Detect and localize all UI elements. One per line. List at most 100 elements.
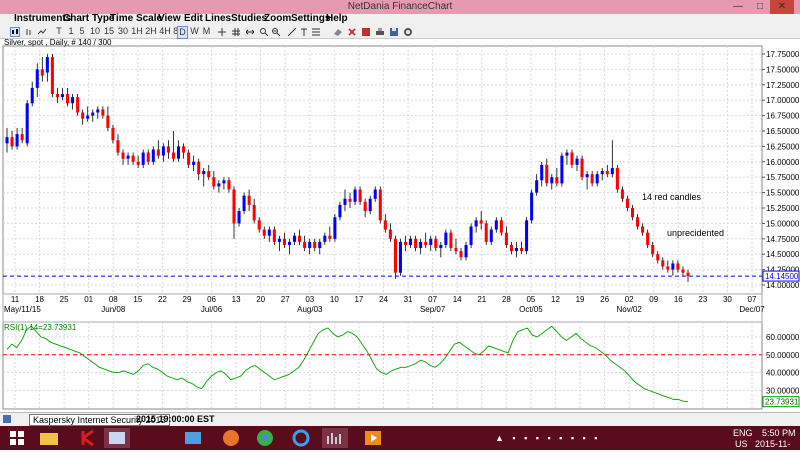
zoom-out-icon[interactable] [272,28,280,36]
windows-start-icon[interactable] [4,428,30,448]
bars-icon[interactable] [25,28,33,36]
grid-icon[interactable] [232,28,240,36]
date-tick-label: 02 [625,295,634,304]
candle-body [96,109,100,113]
chart-area[interactable]: 17.75000 17.50000 17.25000 17.00000 16.75000… [0,38,800,412]
interval-weekly[interactable]: W [190,26,199,37]
month-tick-label: Sep/07 [420,305,446,314]
menu-help[interactable]: Help [326,13,348,24]
arrows-icon[interactable] [246,28,254,36]
interval-15m[interactable]: 15 [103,26,115,37]
price-tick-label: 16.00000 [766,158,800,167]
price-tick-label: 14.50000 [766,250,800,259]
date-tick-label: 13 [232,295,241,304]
candle-body [398,241,402,273]
candle-body [434,238,438,249]
interval-10m[interactable]: 10 [89,26,101,37]
menu-studies[interactable]: Studies [231,13,267,24]
price-tick-label: 15.75000 [766,173,800,182]
menu-view[interactable]: View [158,13,181,24]
candle-body [121,152,125,159]
fibonacci-icon[interactable] [312,28,320,36]
trendline-icon[interactable] [288,28,296,36]
candle-body [373,189,377,199]
clock-time[interactable]: 5:50 PM [762,428,796,438]
candle-body [595,174,599,184]
candle-body [207,171,211,178]
minimize-button[interactable]: — [726,0,750,14]
candles-icon[interactable] [10,27,20,37]
status-bar: Kaspersky Internet Security 2013 2015 19… [0,412,800,427]
color-icon[interactable] [362,28,370,36]
netdania-icon[interactable] [104,428,130,448]
candle-body [636,217,640,227]
candle-body [393,238,397,273]
candle-body [15,134,19,147]
candle-body [338,204,342,218]
eraser-icon[interactable] [334,28,342,36]
interval-tick[interactable]: T [55,26,63,37]
date-tick-label: 11 [11,295,20,304]
interval-1h[interactable]: 1H [131,26,143,37]
month-tick-label: Nov/02 [616,305,642,314]
candle-body [590,174,594,184]
interval-1m[interactable]: 1 [67,26,75,37]
system-tray-icons[interactable]: ▲ ▪ ▪ ▪ ▪ ▪ ▪ ▪ ▪ [495,433,625,443]
candle-body [414,238,418,249]
candle-body [454,248,458,252]
network-app-icon[interactable] [180,428,206,448]
candle-body [565,152,569,156]
candle-body [469,226,473,245]
menu-settings[interactable]: Settings [291,13,330,24]
candle-body [30,87,34,104]
menu-edit[interactable]: Edit [184,13,203,24]
candle-body [126,155,130,159]
date-tick-label: 17 [354,295,363,304]
language-indicator[interactable]: ENG [733,428,753,438]
candle-body [479,220,483,224]
candle-body [101,109,105,116]
delete-icon[interactable] [348,28,356,36]
interval-4h[interactable]: 4H [159,26,171,37]
candle-body [560,155,564,184]
candle-body [171,152,175,159]
candle-body [277,238,281,242]
candle-body [358,189,362,202]
file-explorer-icon[interactable] [36,428,62,448]
candle-body [333,217,337,239]
candle-body [40,69,44,76]
candle-body [328,235,332,239]
candle-body [464,244,468,258]
text-icon[interactable] [300,28,308,36]
candle-body [141,152,145,165]
menu-time-scale[interactable]: Time Scale [110,13,162,24]
candle-body [131,155,135,162]
interval-monthly[interactable]: M [202,26,211,37]
firefox-icon[interactable] [218,428,244,448]
interval-30m[interactable]: 30 [117,26,129,37]
print-icon[interactable] [376,28,384,36]
candle-body [50,57,54,95]
menu-zoom[interactable]: Zoom [264,13,291,24]
candle-body [610,167,614,175]
line-icon[interactable] [38,28,46,36]
candle-body [585,174,589,178]
crosshair-icon[interactable] [218,28,226,36]
interval-2h[interactable]: 2H [145,26,157,37]
internet-explorer-icon[interactable] [288,428,314,448]
menu-lines[interactable]: Lines [205,13,231,24]
candle-body [403,241,408,245]
close-button[interactable]: ✕ [770,0,794,14]
interval-5m[interactable]: 5 [78,26,86,37]
media-player-icon[interactable] [360,428,386,448]
save-icon[interactable] [390,28,398,36]
date-tick-label: 06 [207,295,216,304]
chrome-icon[interactable] [252,428,278,448]
maximize-button[interactable]: □ [748,0,772,14]
kaspersky-icon[interactable] [76,428,102,448]
zoom-in-icon[interactable] [260,28,268,36]
menu-chart-type[interactable]: Chart Type [63,13,115,24]
chart-app-icon[interactable] [322,428,348,448]
settings-icon[interactable] [404,28,412,36]
candle-body [35,69,39,88]
